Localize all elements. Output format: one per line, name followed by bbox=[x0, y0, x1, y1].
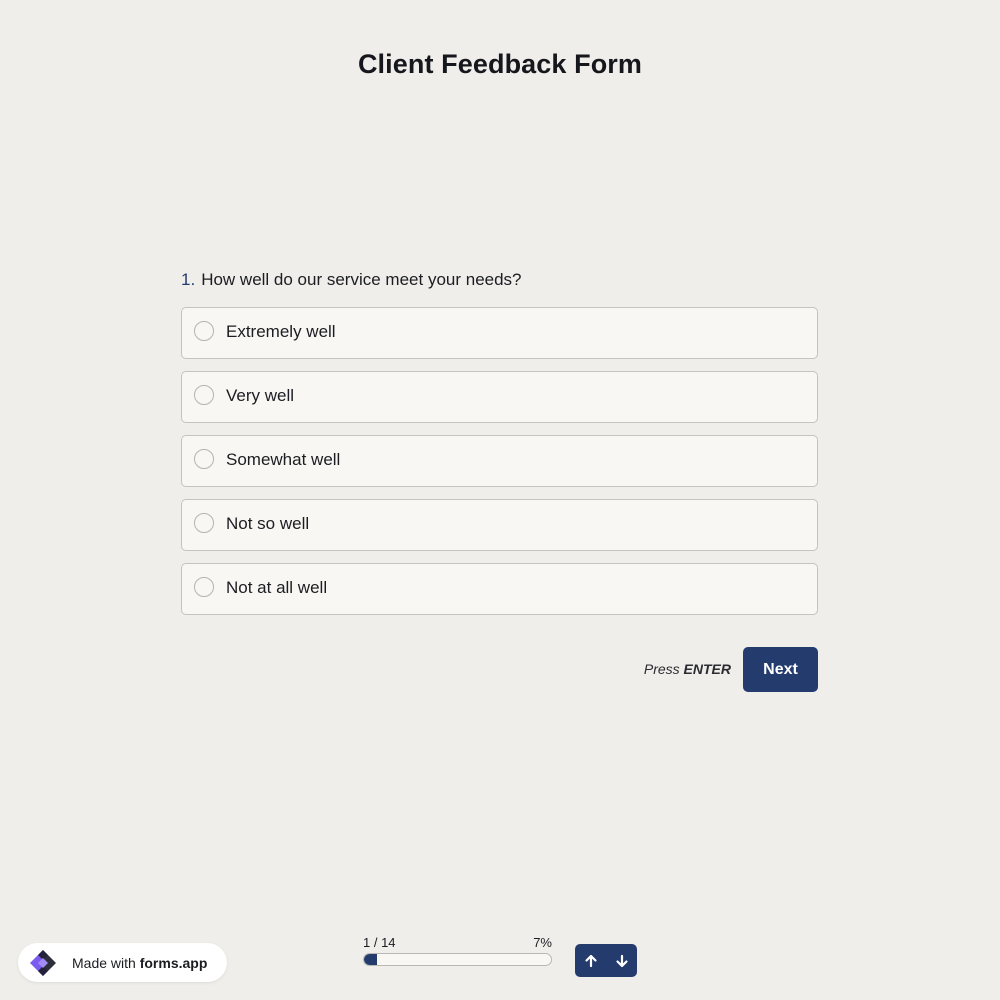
radio-button[interactable] bbox=[194, 513, 214, 533]
forms-app-logo-icon bbox=[30, 949, 56, 976]
next-button[interactable]: Next bbox=[743, 647, 818, 692]
radio-button[interactable] bbox=[194, 385, 214, 405]
progress-count: 1 / 14 bbox=[363, 935, 396, 950]
option-label: Not at all well bbox=[226, 578, 328, 597]
progress-bar bbox=[363, 953, 552, 966]
arrow-down-icon[interactable] bbox=[606, 944, 637, 977]
option-somewhat-well[interactable]: Somewhat well bbox=[181, 435, 818, 487]
question-number: 1. bbox=[181, 270, 196, 289]
progress-bar-fill bbox=[364, 954, 378, 965]
radio-button[interactable] bbox=[194, 577, 214, 597]
badge-brand: forms.app bbox=[139, 954, 208, 971]
option-label: Very well bbox=[226, 386, 295, 405]
made-with-badge[interactable]: Made with forms.app bbox=[18, 943, 227, 982]
option-label: Not so well bbox=[226, 514, 310, 533]
hint-prefix: Press bbox=[643, 661, 680, 677]
radio-button[interactable] bbox=[194, 321, 214, 341]
badge-text: Made with forms.app bbox=[72, 955, 207, 971]
question-text-row: 1. How well do our service meet your need… bbox=[181, 270, 818, 290]
submit-row: Press ENTER Next bbox=[600, 647, 818, 692]
option-label: Somewhat well bbox=[226, 450, 341, 469]
form-page: Client Feedback Form 1. How well do our s… bbox=[0, 0, 1000, 1000]
radio-button[interactable] bbox=[194, 449, 214, 469]
option-extremely-well[interactable]: Extremely well bbox=[181, 307, 818, 359]
progress-indicator: 1 / 14 7% bbox=[363, 935, 552, 966]
option-not-so-well[interactable]: Not so well bbox=[181, 499, 818, 551]
answer-options: Extremely well Very well Somewhat well N… bbox=[181, 307, 818, 627]
form-title: Client Feedback Form bbox=[357, 49, 643, 79]
option-very-well[interactable]: Very well bbox=[181, 371, 818, 423]
option-label: Extremely well bbox=[226, 322, 336, 341]
progress-percent: 7% bbox=[533, 935, 552, 950]
press-enter-hint: Press ENTER bbox=[644, 661, 731, 677]
progress-labels: 1 / 14 7% bbox=[363, 935, 552, 950]
arrow-up-icon[interactable] bbox=[575, 944, 606, 977]
question-text: How well do our service meet your needs? bbox=[201, 270, 522, 289]
hint-key: ENTER bbox=[683, 661, 731, 677]
badge-prefix: Made with bbox=[72, 954, 136, 971]
option-not-at-all-well[interactable]: Not at all well bbox=[181, 563, 818, 615]
question-navigation bbox=[575, 944, 637, 977]
